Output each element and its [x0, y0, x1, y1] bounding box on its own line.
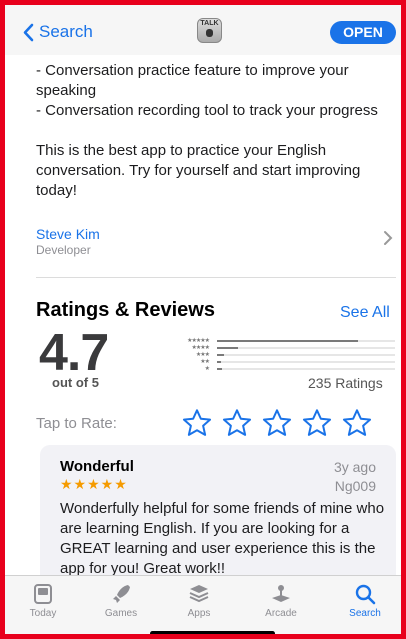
rating-row-4-star: ★★★★ — [165, 345, 397, 351]
description-line: - Conversation practice feature to impro… — [36, 62, 349, 99]
tab-arcade[interactable]: Arcade — [251, 582, 311, 619]
rating-row-stars: ★★ — [200, 359, 210, 365]
tab-games[interactable]: Games — [91, 582, 151, 619]
rate-star-5-icon[interactable] — [341, 407, 373, 439]
chevron-right-icon[interactable] — [383, 229, 393, 252]
rocket-icon — [113, 585, 130, 603]
rating-bar-fill — [217, 340, 358, 342]
review-title: Wonderful — [60, 458, 134, 475]
open-button[interactable]: OPEN — [330, 21, 396, 44]
stack-icon — [189, 585, 209, 603]
description-line: This is the best app to practice your En… — [36, 142, 361, 199]
rate-star-4-icon[interactable] — [301, 407, 333, 439]
tab-today[interactable]: Today — [13, 582, 73, 619]
back-button-label: Search — [39, 22, 93, 41]
rating-bar — [217, 340, 395, 342]
screen-frame: Search TALK OPEN - Conversation practice… — [0, 0, 406, 639]
tap-to-rate-stars — [181, 407, 373, 439]
app-description: - Conversation practice feature to impro… — [36, 61, 391, 201]
tab-label: Search — [349, 608, 381, 619]
top-nav-bar: Search TALK OPEN — [5, 5, 401, 55]
today-icon — [34, 584, 52, 604]
rating-row-5-star: ★★★★★ — [165, 338, 397, 344]
rating-row-stars: ★★★★ — [191, 345, 210, 351]
ratings-count: 235 Ratings — [308, 375, 383, 391]
developer-role: Developer — [36, 243, 91, 257]
review-stars: ★★★★★ — [60, 476, 128, 492]
review-card[interactable]: Wonderful 3y ago ★★★★★ Ng009 Wonderfully… — [40, 445, 396, 585]
tap-to-rate-label: Tap to Rate: — [36, 415, 117, 432]
home-indicator[interactable] — [150, 631, 275, 634]
rating-distribution: ★★★★★ ★★★★ ★★★ ★★ ★ — [165, 338, 397, 373]
review-text: Wonderfully helpful for some friends of … — [60, 500, 385, 577]
rating-bar — [217, 368, 395, 370]
microphone-icon — [206, 29, 213, 37]
tab-label: Games — [104, 608, 138, 619]
review-author: Ng009 — [334, 478, 376, 494]
tab-label: Arcade — [265, 608, 297, 619]
app-icon-text: TALK — [200, 20, 219, 27]
divider — [36, 277, 396, 278]
tab-label: Apps — [187, 608, 211, 619]
rating-row-stars: ★★★★★ — [187, 338, 210, 344]
joystick-icon — [272, 585, 290, 602]
search-icon — [355, 584, 376, 605]
rating-row-2-star: ★★ — [165, 359, 397, 365]
developer-link[interactable]: Steve Kim — [36, 226, 100, 242]
tab-label: Today — [29, 608, 57, 619]
rate-star-2-icon[interactable] — [221, 407, 253, 439]
rating-bar — [217, 361, 395, 363]
tab-bar: Today Games Apps Arcade Search — [5, 575, 401, 634]
tab-apps[interactable]: Apps — [169, 582, 229, 619]
app-icon[interactable]: TALK — [197, 18, 222, 43]
rating-bar-fill — [217, 347, 239, 349]
rating-bar — [217, 347, 395, 349]
review-date: 3y ago — [333, 459, 376, 475]
rating-row-stars: ★ — [204, 366, 210, 372]
rating-bar — [217, 354, 395, 356]
tab-search[interactable]: Search — [335, 582, 395, 619]
average-rating: 4.7 — [39, 324, 109, 382]
rate-star-3-icon[interactable] — [261, 407, 293, 439]
chevron-left-icon — [23, 23, 34, 41]
rate-star-1-icon[interactable] — [181, 407, 213, 439]
rating-row-stars: ★★★ — [195, 352, 210, 358]
description-line: - Conversation recording tool to track y… — [36, 102, 378, 119]
ratings-section-title: Ratings & Reviews — [36, 299, 215, 321]
rating-bar-fill — [217, 368, 223, 370]
rating-scale-label: out of 5 — [52, 375, 99, 390]
rating-row-3-star: ★★★ — [165, 352, 397, 358]
rating-row-1-star: ★ — [165, 366, 397, 372]
rating-bar-fill — [217, 361, 221, 363]
back-button[interactable]: Search — [23, 22, 93, 42]
rating-bar-fill — [217, 354, 225, 356]
see-all-link[interactable]: See All — [340, 304, 390, 322]
